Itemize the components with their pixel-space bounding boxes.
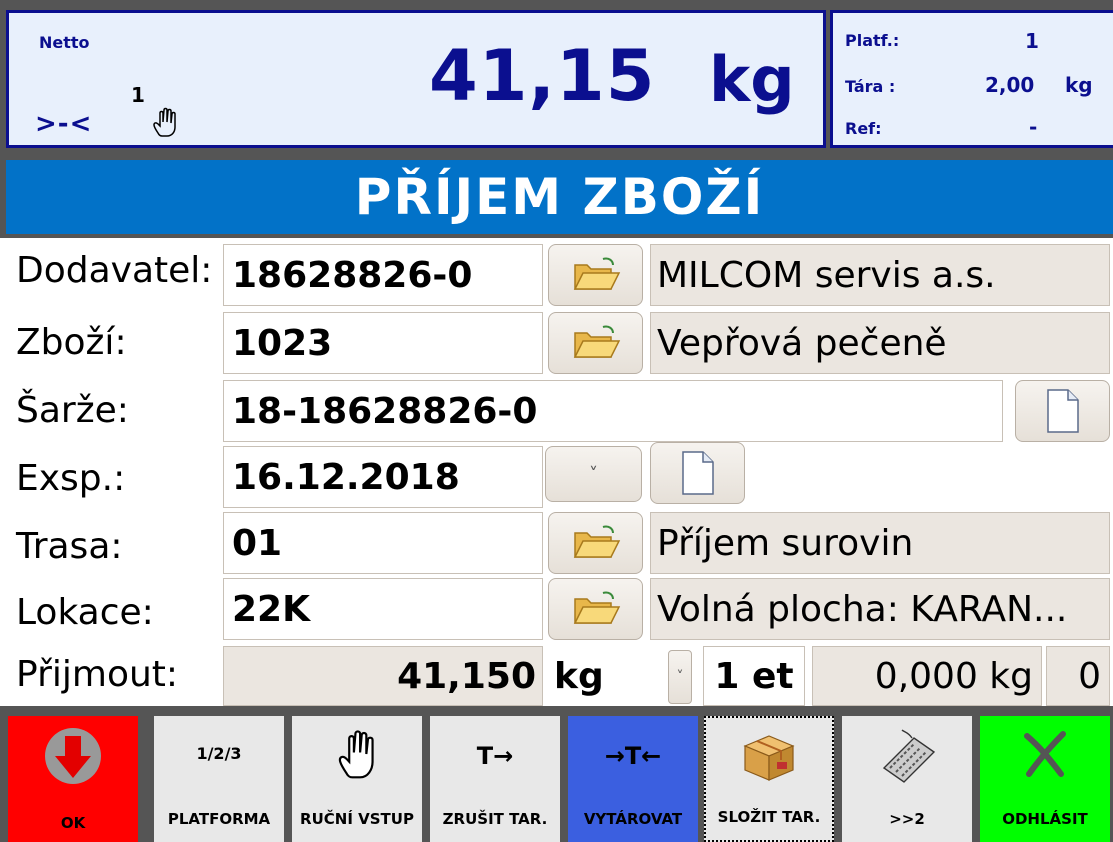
location-label: Lokace: xyxy=(16,592,154,633)
batch-input[interactable]: 18-18628826-0 xyxy=(223,380,1003,442)
goods-label: Zboží: xyxy=(16,322,127,363)
expiry-dropdown-button[interactable]: ˅ xyxy=(545,446,642,502)
title-banner: PŘÍJEM ZBOŽÍ xyxy=(6,160,1113,234)
location-input[interactable]: 22K xyxy=(223,578,543,640)
logout-label: ODHLÁSIT xyxy=(1002,810,1088,828)
route-browse-button[interactable] xyxy=(548,512,643,574)
goods-input[interactable]: 1023 xyxy=(223,312,543,374)
cancel-tare-icon: T→ xyxy=(476,742,514,770)
next-page-label: >>2 xyxy=(889,810,925,828)
expiry-new-button[interactable] xyxy=(650,442,745,504)
supplier-label: Dodavatel: xyxy=(16,250,213,291)
platform-indicator: 1 xyxy=(131,83,145,107)
folder-open-icon xyxy=(573,525,620,558)
tare-label: VYTÁROVAT xyxy=(583,810,683,828)
scale-display: Netto 1 >-< 41,15 kg Platf.: 1 Tára : 2,… xyxy=(0,0,1113,152)
platform-top-text: 1/2/3 xyxy=(196,744,242,763)
location-name: Volná plocha: KARAN... xyxy=(650,578,1110,640)
compose-tare-label: SLOŽIT TAR. xyxy=(717,808,821,826)
receipt-form: Dodavatel: 18628826-0 MILCOM servis a.s.… xyxy=(0,238,1113,706)
ref-label: Ref: xyxy=(845,119,882,138)
platform-value: 1 xyxy=(1025,29,1039,53)
package-icon xyxy=(743,735,795,781)
cancel-tare-button[interactable]: T→ ZRUŠIT TAR. xyxy=(430,716,560,842)
chevron-down-icon: ˅ xyxy=(676,669,684,685)
tare-unit: kg xyxy=(1065,73,1093,97)
chevron-down-icon: ˅ xyxy=(589,463,598,485)
supplier-input[interactable]: 18628826-0 xyxy=(223,244,543,306)
tare-button[interactable]: →T← VYTÁROVAT xyxy=(568,716,698,842)
weight-display: Netto 1 >-< 41,15 kg xyxy=(6,10,826,148)
manual-entry-label: RUČNÍ VSTUP xyxy=(300,810,414,828)
goods-name: Vepřová pečeně xyxy=(650,312,1110,374)
location-browse-button[interactable] xyxy=(548,578,643,640)
manual-entry-button[interactable]: RUČNÍ VSTUP xyxy=(292,716,422,842)
document-icon xyxy=(681,451,714,495)
platform-label: PLATFORMA xyxy=(167,810,271,828)
second-amount: 0,000 kg xyxy=(812,646,1042,706)
weight-value: 41,15 xyxy=(429,35,656,117)
platform-label: Platf.: xyxy=(845,31,900,50)
label-count[interactable]: 1 et xyxy=(703,646,805,706)
expiry-label: Exsp.: xyxy=(16,458,126,499)
keyboard-icon xyxy=(882,729,936,783)
logout-button[interactable]: ODHLÁSIT xyxy=(980,716,1110,842)
route-label: Trasa: xyxy=(16,526,123,567)
compose-tare-button[interactable]: SLOŽIT TAR. xyxy=(704,716,834,842)
ok-label: OK xyxy=(60,814,86,832)
tare-label: Tára : xyxy=(845,77,896,96)
goods-browse-button[interactable] xyxy=(548,312,643,374)
batch-new-button[interactable] xyxy=(1015,380,1110,442)
x-logout-icon xyxy=(1024,731,1066,777)
batch-label: Šarže: xyxy=(16,390,129,431)
expiry-input[interactable]: 16.12.2018 xyxy=(223,446,543,508)
ref-value: - xyxy=(1029,115,1038,139)
route-name: Příjem surovin xyxy=(650,512,1110,574)
folder-open-icon xyxy=(573,257,620,290)
last-value: 0 xyxy=(1046,646,1110,706)
platform-button[interactable]: 1/2/3 PLATFORMA xyxy=(154,716,284,842)
supplier-browse-button[interactable] xyxy=(548,244,643,306)
folder-open-icon xyxy=(573,591,620,624)
zero-indicator: >-< xyxy=(35,109,93,139)
title-bar: PŘÍJEM ZBOŽÍ xyxy=(0,152,1113,238)
tare-value: 2,00 xyxy=(985,73,1035,97)
next-page-button[interactable]: >>2 xyxy=(842,716,972,842)
route-input[interactable]: 01 xyxy=(223,512,543,574)
folder-open-icon xyxy=(573,325,620,358)
tare-icon: →T← xyxy=(604,742,662,770)
document-icon xyxy=(1046,389,1079,433)
bottom-toolbar: OK 1/2/3 PLATFORMA RUČNÍ VSTUP T→ ZRUŠIT… xyxy=(0,706,1113,842)
weight-unit: kg xyxy=(709,43,795,116)
hand-icon xyxy=(153,107,176,137)
receive-unit[interactable]: kg xyxy=(546,646,664,706)
receive-amount: 41,150 xyxy=(223,646,543,706)
supplier-name: MILCOM servis a.s. xyxy=(650,244,1110,306)
hand-icon xyxy=(338,730,374,779)
netto-label: Netto xyxy=(39,33,90,52)
page-title: PŘÍJEM ZBOŽÍ xyxy=(354,168,765,226)
unit-dropdown-button[interactable]: ˅ xyxy=(668,650,692,704)
ok-button[interactable]: OK xyxy=(8,716,138,842)
receive-label: Přijmout: xyxy=(16,654,179,695)
arrow-down-circle-icon xyxy=(45,728,101,784)
scale-info-panel: Platf.: 1 Tára : 2,00 kg Ref: - xyxy=(830,10,1113,148)
cancel-tare-label: ZRUŠIT TAR. xyxy=(442,810,548,828)
